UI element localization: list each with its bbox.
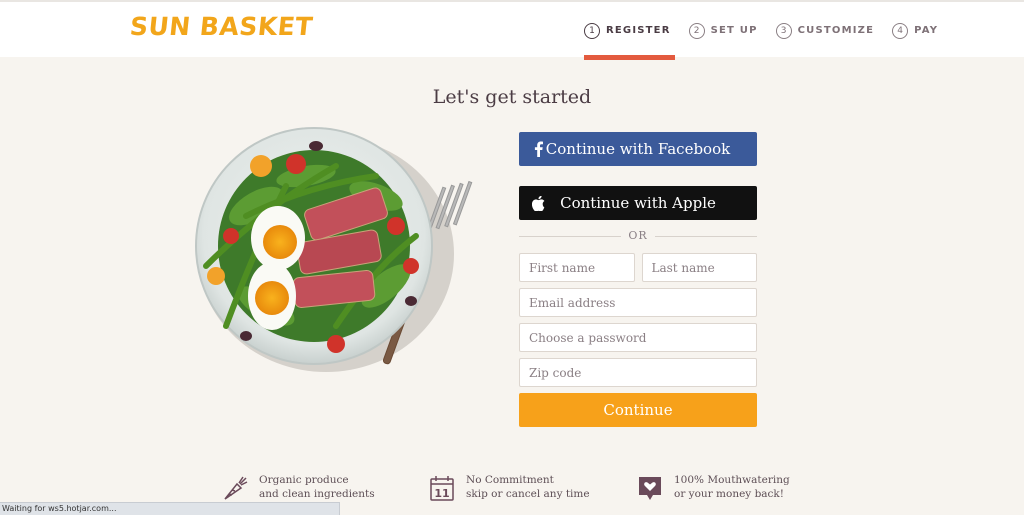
- benefit-mouthwatering: 100% Mouthwatering or your money back!: [636, 473, 790, 502]
- step-customize: 3 CUSTOMIZE: [775, 2, 875, 59]
- facebook-icon: [531, 140, 545, 158]
- step-label: SET UP: [710, 25, 758, 36]
- benefit-line1: Organic produce: [259, 474, 349, 486]
- step-number: 4: [892, 22, 909, 39]
- benefit-line2: skip or cancel any time: [466, 488, 590, 500]
- apple-icon: [531, 194, 545, 212]
- benefit-no-commitment: 11 No Commitment skip or cancel any time: [428, 473, 590, 502]
- page-title: Let's get started: [432, 86, 592, 108]
- calendar-icon: 11: [428, 474, 456, 502]
- step-register: 1 REGISTER: [584, 2, 675, 60]
- email-input[interactable]: [519, 288, 757, 317]
- benefit-organic: Organic produce and clean ingredients: [221, 473, 375, 502]
- continue-with-apple-button[interactable]: Continue with Apple: [519, 186, 757, 220]
- browser-status-bar: Waiting for ws5.hotjar.com...: [0, 502, 340, 515]
- or-label: OR: [628, 229, 648, 242]
- first-name-input[interactable]: [519, 253, 635, 282]
- step-label: REGISTER: [606, 25, 671, 36]
- apple-button-label: Continue with Apple: [560, 194, 716, 212]
- benefit-line2: or your money back!: [674, 488, 785, 500]
- sun-basket-logo[interactable]: SUN BASKET: [128, 12, 314, 41]
- zip-code-input[interactable]: [519, 358, 757, 387]
- continue-button[interactable]: Continue: [519, 393, 757, 427]
- step-number: 2: [688, 22, 705, 39]
- salad-plate-image: [186, 126, 481, 376]
- or-divider: OR: [519, 229, 757, 243]
- step-set-up: 2 SET UP: [688, 2, 758, 59]
- signup-form: Continue with Facebook Continue with App…: [519, 132, 757, 427]
- benefit-line1: 100% Mouthwatering: [674, 474, 790, 486]
- continue-with-facebook-button[interactable]: Continue with Facebook: [519, 132, 757, 166]
- step-number: 3: [775, 22, 792, 39]
- step-label: CUSTOMIZE: [797, 25, 875, 36]
- salad-plate-illustration: [195, 127, 473, 372]
- carrot-icon: [221, 474, 249, 502]
- heart-bag-icon: [636, 474, 664, 502]
- step-number: 1: [584, 22, 600, 39]
- checkout-steps: 1 REGISTER 2 SET UP 3 CUSTOMIZE 4 PAY: [584, 2, 956, 60]
- step-label: PAY: [914, 25, 939, 36]
- svg-text:11: 11: [434, 487, 449, 500]
- benefit-line2: and clean ingredients: [259, 488, 375, 500]
- facebook-button-label: Continue with Facebook: [545, 140, 731, 158]
- benefit-line1: No Commitment: [466, 474, 554, 486]
- step-pay: 4 PAY: [892, 2, 938, 59]
- password-input[interactable]: [519, 323, 757, 352]
- top-header: SUN BASKET 1 REGISTER 2 SET UP 3 CUSTOMI…: [0, 0, 1024, 60]
- last-name-input[interactable]: [641, 253, 757, 282]
